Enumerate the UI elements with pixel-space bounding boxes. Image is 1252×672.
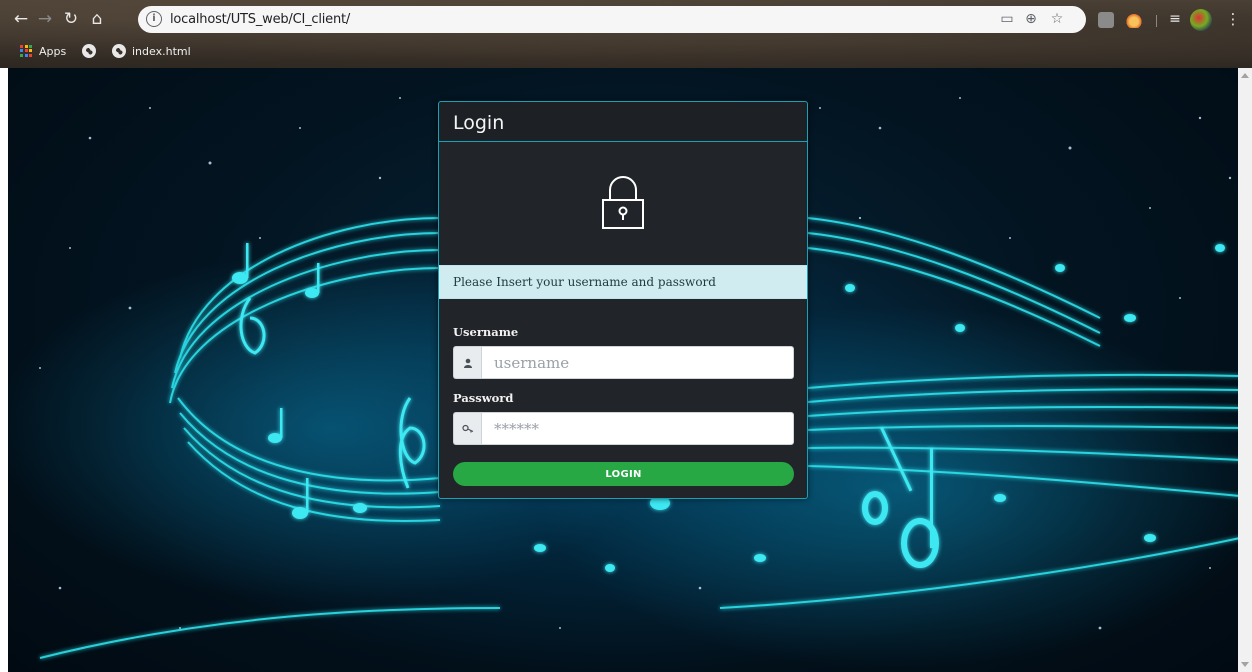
site-info-icon[interactable]: i	[146, 11, 162, 27]
cast-icon[interactable]: ▭	[998, 10, 1016, 28]
password-label: Password	[453, 391, 514, 405]
zoom-icon[interactable]: ⊕	[1022, 10, 1040, 28]
home-icon[interactable]: ⌂	[86, 8, 108, 30]
menu-kebab-icon[interactable]: ⋮	[1222, 8, 1244, 30]
bookmark-apps-label: Apps	[39, 44, 67, 58]
address-bar[interactable]: i localhost/UTS_web/CI_client/ ▭ ⊕ ☆	[138, 6, 1086, 33]
bookmarks-bar: Apps index.html	[0, 40, 1252, 62]
page-viewport: Login Please Insert your username and pa…	[0, 68, 1252, 672]
media-queue-icon[interactable]: ≡	[1164, 8, 1186, 30]
extension-flame-icon[interactable]	[1126, 12, 1142, 28]
forward-arrow-icon[interactable]: →	[34, 8, 56, 30]
globe-icon	[82, 44, 96, 58]
username-input-group	[453, 346, 794, 379]
bookmark-index[interactable]: index.html	[112, 42, 191, 60]
reload-icon[interactable]: ↻	[60, 8, 82, 30]
scroll-up-arrow-icon[interactable]	[1241, 73, 1249, 78]
bookmark-star-icon[interactable]: ☆	[1048, 10, 1066, 28]
address-url[interactable]: localhost/UTS_web/CI_client/	[170, 12, 350, 27]
bookmark-apps[interactable]: Apps	[20, 42, 66, 60]
login-button[interactable]: LOGIN	[453, 462, 794, 486]
toolbar-separator	[1156, 15, 1157, 27]
password-input-group	[453, 412, 794, 445]
extension-icon[interactable]	[1098, 12, 1114, 28]
lock-icon	[601, 172, 645, 230]
scroll-down-arrow-icon[interactable]	[1241, 662, 1249, 667]
browser-toolbar: ← → ↻ ⌂ i localhost/UTS_web/CI_client/ ▭…	[0, 6, 1252, 34]
bookmark-globe[interactable]	[82, 42, 96, 60]
profile-avatar[interactable]	[1190, 9, 1212, 31]
password-input[interactable]	[481, 412, 794, 445]
globe-icon	[112, 44, 126, 58]
bookmark-index-label: index.html	[132, 44, 191, 58]
back-arrow-icon[interactable]: ←	[10, 8, 32, 30]
left-edge-strip	[0, 68, 8, 672]
login-card: Login Please Insert your username and pa…	[438, 101, 808, 499]
page-scrollbar[interactable]	[1238, 68, 1252, 672]
login-title: Login	[439, 102, 807, 142]
apps-grid-icon	[20, 44, 33, 58]
key-icon	[453, 412, 481, 445]
username-label: Username	[453, 325, 519, 339]
browser-chrome: ← → ↻ ⌂ i localhost/UTS_web/CI_client/ ▭…	[0, 0, 1252, 68]
login-alert: Please Insert your username and password	[439, 265, 807, 299]
username-input[interactable]	[481, 346, 794, 379]
user-icon	[453, 346, 481, 379]
